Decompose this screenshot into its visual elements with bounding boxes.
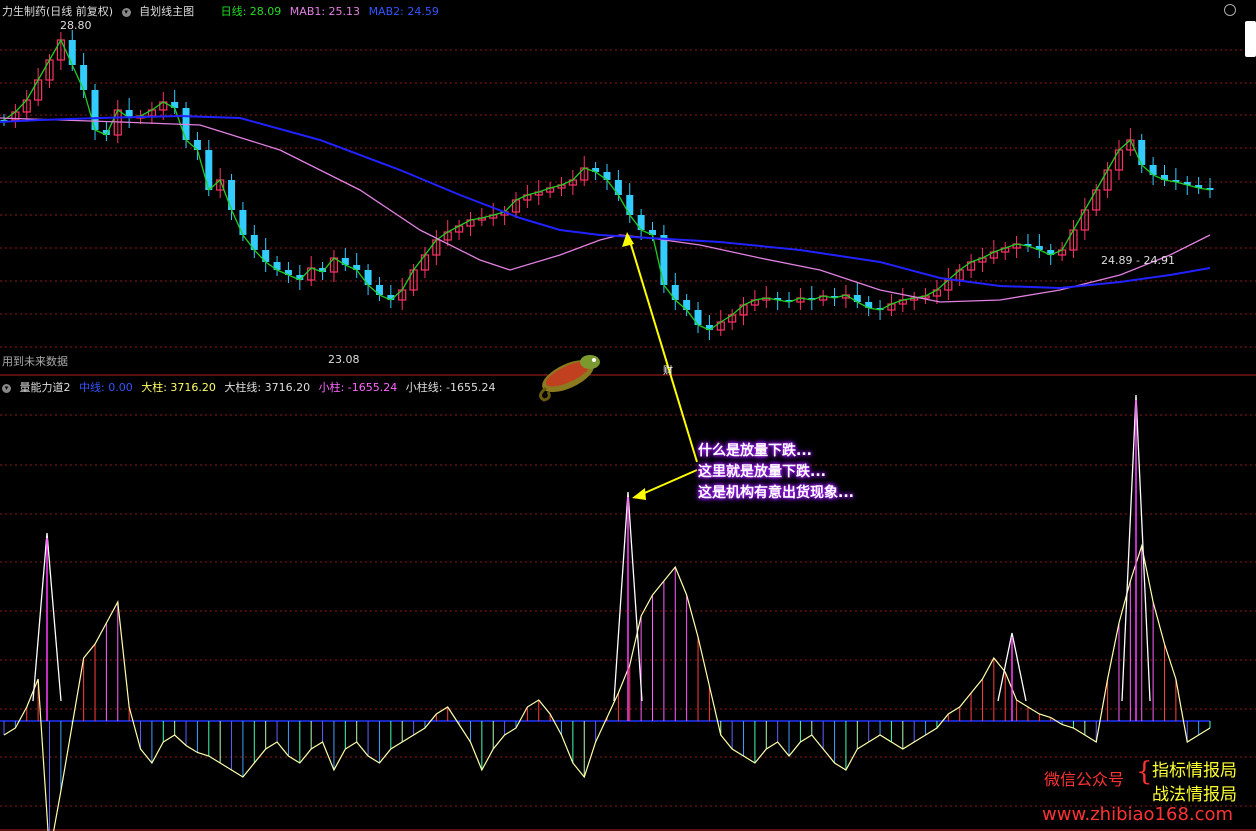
range-label: 24.89 - 24.91 [1101, 254, 1175, 267]
arrow-to-peak [639, 469, 698, 496]
chameleon-logo [539, 355, 600, 402]
arrow-head-up [622, 232, 634, 247]
brand-name-2: 战法情报局 [1152, 785, 1237, 805]
cai-marker[interactable]: 财 [663, 362, 673, 377]
future-data-note: 用到未来数据 [2, 355, 68, 368]
price-chart [0, 30, 1214, 340]
main-indicator-name[interactable]: 自划线主图 [139, 5, 194, 18]
mab1-value: MAB1: 25.13 [289, 5, 361, 18]
ma-mab1-line [0, 117, 1211, 303]
annotation-line-2: 这里就是放量下跌... [698, 464, 826, 480]
dazhu-value: 大柱: 3716.20 [141, 381, 216, 394]
ma-mab2-line [0, 114, 1211, 290]
stock-title[interactable]: 力生制药(日线 前复权) [2, 5, 113, 18]
wechat-label: 微信公众号 [1044, 770, 1125, 789]
candle-body [80, 65, 88, 90]
website-url: www.zhibiao168.com [1042, 804, 1234, 825]
candle-body [228, 180, 236, 210]
zhongxian-value: 中线: 0.00 [79, 381, 133, 394]
xiaozhu-value: 小柱: -1655.24 [318, 381, 398, 394]
annotation-text: 什么是放量下跌... 这里就是放量下跌... 这是机构有意出货现象... [698, 441, 854, 504]
xiaozhuxian-value: 小柱线: -1655.24 [405, 381, 496, 394]
dropdown-icon[interactable]: ▾ [2, 383, 11, 393]
sub-indicator-name[interactable]: 量能力道2 [20, 381, 71, 394]
candle-body [91, 90, 99, 130]
brace-icon: { [1136, 757, 1153, 787]
candle-body [68, 40, 76, 65]
chart-canvas [0, 30, 1256, 831]
settings-icon[interactable] [1224, 4, 1236, 16]
candle-body [205, 150, 213, 190]
dazhuxian-value: 大柱线: 3716.20 [224, 381, 311, 394]
candle-body [1138, 140, 1146, 165]
indicator-line [3, 543, 1211, 831]
annotation-line-3: 这是机构有意出货现象... [698, 485, 854, 501]
mab2-value: MAB2: 24.59 [368, 5, 439, 18]
arrow-head-left [632, 488, 646, 500]
candle-body [660, 235, 668, 285]
upper-header: 力生制药(日线 前复权) ▾ 自划线主图 日线: 28.09 MAB1: 25.… [2, 3, 444, 19]
low-price-label: 23.08 [328, 353, 360, 366]
lower-header: ▾ 量能力道2 中线: 0.00 大柱: 3716.20 大柱线: 3716.2… [2, 379, 500, 395]
brand-name-1: 指标情报局 [1152, 761, 1237, 781]
annotation-line-1: 什么是放量下跌... [698, 443, 812, 459]
rixian-value: 日线: 28.09 [220, 5, 282, 18]
dropdown-icon[interactable]: ▾ [121, 7, 131, 17]
annotation-arrows [622, 232, 698, 500]
side-panel-toggle[interactable] [1245, 21, 1256, 57]
volume-indicator-chart [0, 394, 1211, 831]
high-price-label: 28.80 [60, 19, 92, 32]
candle-body [239, 210, 247, 235]
